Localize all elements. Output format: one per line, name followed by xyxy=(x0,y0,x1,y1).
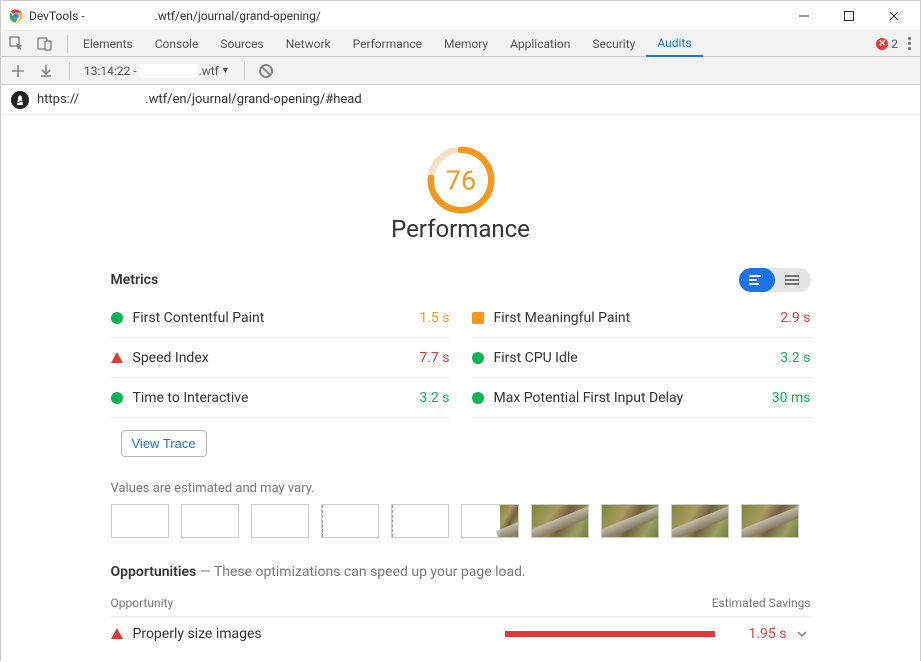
opportunity-row[interactable]: Properly size images 1.95 s xyxy=(111,616,811,650)
savings-bar xyxy=(505,631,715,637)
metric-label: First Meaningful Paint xyxy=(494,310,631,326)
metric-label: First CPU Idle xyxy=(494,350,578,366)
metric-row: First CPU Idle 3.2 s xyxy=(472,338,811,378)
metric-row: Max Potential First Input Delay 30 ms xyxy=(472,378,811,418)
filmstrip-frame xyxy=(251,504,309,538)
report-selector[interactable]: 13:14:22 - xxxxxx .wtf ▼ xyxy=(84,64,230,78)
audited-url: https://xxxxxxxx.wtf/en/journal/grand-op… xyxy=(37,92,362,107)
filmstrip-frame xyxy=(391,504,449,538)
metric-value: 30 ms xyxy=(772,390,811,406)
tab-application[interactable]: Application xyxy=(499,31,581,57)
chrome-icon xyxy=(9,9,23,23)
metric-value: 3.2 s xyxy=(419,390,449,406)
console-error-count[interactable]: ✕ 2 xyxy=(876,37,898,51)
chevron-down-icon xyxy=(793,629,811,639)
opportunities-heading: Opportunities — These optimizations can … xyxy=(111,564,811,580)
window-titlebar: DevTools - xxxxxxxx .wtf/en/journal/gran… xyxy=(1,1,920,31)
new-audit-icon[interactable] xyxy=(9,62,27,80)
average-icon xyxy=(472,312,484,324)
filmstrip-frame xyxy=(111,504,169,538)
savings-value: 1.95 s xyxy=(727,626,787,642)
category-title: Performance xyxy=(391,215,530,243)
tab-elements[interactable]: Elements xyxy=(72,31,144,57)
lighthouse-icon xyxy=(11,91,29,109)
filmstrip-frame xyxy=(531,504,589,538)
device-toolbar-icon[interactable] xyxy=(33,32,57,56)
estimate-disclaimer: Values are estimated and may vary. xyxy=(111,481,811,496)
metric-label: Time to Interactive xyxy=(133,390,249,406)
audited-url-bar: https://xxxxxxxx.wtf/en/journal/grand-op… xyxy=(1,85,920,115)
opportunity-label: Properly size images xyxy=(133,626,262,642)
tab-audits[interactable]: Audits xyxy=(646,31,702,57)
devtools-menu-button[interactable] xyxy=(904,33,912,54)
savings-col-label: Estimated Savings xyxy=(712,596,811,610)
metric-value: 2.9 s xyxy=(780,310,810,326)
opportunities-column-headers: Opportunity Estimated Savings xyxy=(111,596,811,610)
metric-row: First Contentful Paint 1.5 s xyxy=(111,298,450,338)
filmstrip-frame xyxy=(671,504,729,538)
gauge-score: 76 xyxy=(445,165,475,197)
filmstrip-frame xyxy=(601,504,659,538)
tab-performance[interactable]: Performance xyxy=(342,31,433,57)
filmstrip-frame xyxy=(321,504,379,538)
download-report-icon[interactable] xyxy=(37,62,55,80)
window-close-button[interactable] xyxy=(871,1,916,31)
tab-security[interactable]: Security xyxy=(581,31,646,57)
metric-value: 3.2 s xyxy=(780,350,810,366)
metric-label: Speed Index xyxy=(133,350,209,366)
metrics-heading: Metrics xyxy=(111,272,159,288)
metric-row: Time to Interactive 3.2 s xyxy=(111,378,450,418)
filmstrip-frame xyxy=(461,504,519,538)
filmstrip xyxy=(111,504,811,538)
metric-value: 1.5 s xyxy=(419,310,449,326)
audits-toolbar: 13:14:22 - xxxxxx .wtf ▼ xyxy=(1,57,920,85)
performance-gauge: 76 Performance xyxy=(111,145,811,243)
pass-icon xyxy=(111,312,123,324)
metric-row: First Meaningful Paint 2.9 s xyxy=(472,298,811,338)
collapsed-view-button[interactable] xyxy=(739,268,775,292)
titlebar-url-path: .wtf/en/journal/grand-opening/ xyxy=(155,9,321,23)
dropdown-arrow-icon: ▼ xyxy=(221,65,230,76)
inspect-element-icon[interactable] xyxy=(5,32,29,56)
opportunity-col-label: Opportunity xyxy=(111,596,174,610)
pass-icon xyxy=(472,352,484,364)
metric-row: Speed Index 7.7 s xyxy=(111,338,450,378)
expanded-view-button[interactable] xyxy=(775,268,811,292)
tab-network[interactable]: Network xyxy=(275,31,342,57)
tab-memory[interactable]: Memory xyxy=(433,31,499,57)
pass-icon xyxy=(111,392,123,404)
clear-all-icon[interactable] xyxy=(259,64,273,78)
metric-label: First Contentful Paint xyxy=(133,310,265,326)
pass-icon xyxy=(472,392,484,404)
filmstrip-frame xyxy=(741,504,799,538)
titlebar-app-name: DevTools - xyxy=(29,9,85,23)
view-trace-button[interactable]: View Trace xyxy=(121,430,207,457)
devtools-tab-strip: ElementsConsoleSourcesNetworkPerformance… xyxy=(1,31,920,57)
error-count-value: 2 xyxy=(891,37,898,51)
fail-icon xyxy=(111,352,123,363)
metric-value: 7.7 s xyxy=(419,350,449,366)
filmstrip-frame xyxy=(181,504,239,538)
report-scroll-area[interactable]: 76 Performance Metrics First Contentful … xyxy=(1,115,920,662)
metrics-view-toggle xyxy=(739,268,811,292)
window-minimize-button[interactable] xyxy=(781,1,826,31)
fail-icon xyxy=(111,628,123,639)
tab-console[interactable]: Console xyxy=(144,31,210,57)
error-icon: ✕ xyxy=(876,38,888,50)
metric-label: Max Potential First Input Delay xyxy=(494,390,684,406)
report-timestamp: 13:14:22 - xyxy=(84,64,137,78)
window-maximize-button[interactable] xyxy=(826,1,871,31)
tab-sources[interactable]: Sources xyxy=(209,31,274,57)
